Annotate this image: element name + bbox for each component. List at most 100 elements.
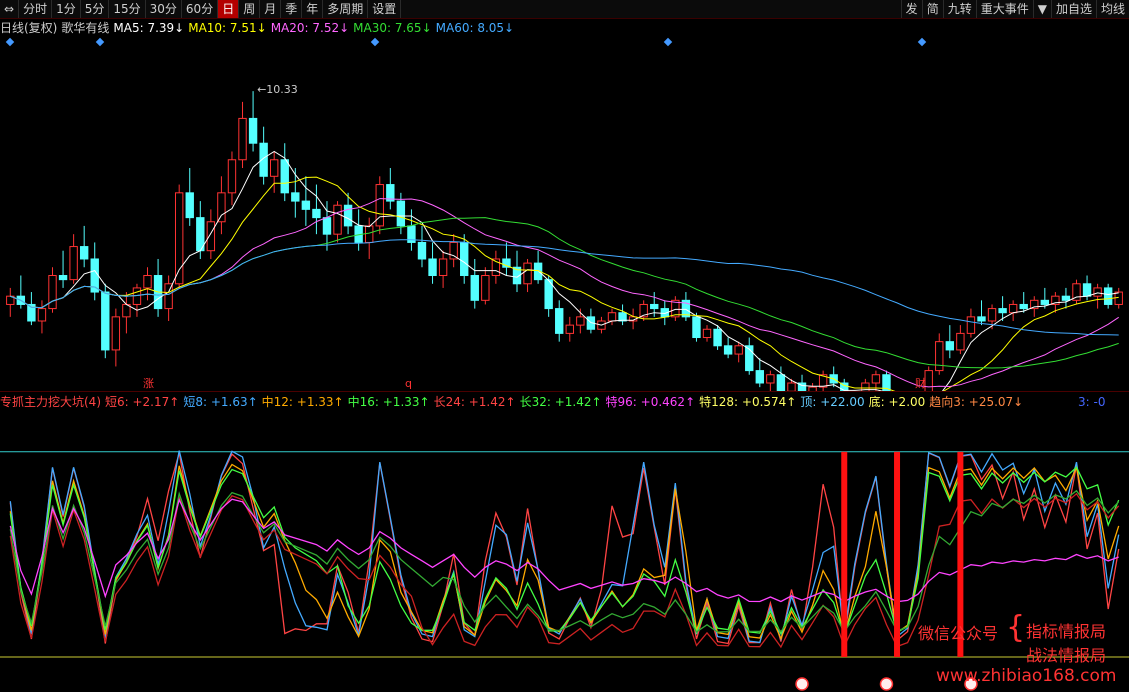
red-signal-bar [841, 451, 848, 657]
candle-body [987, 308, 997, 322]
candle-body [565, 324, 574, 334]
toolbar-right-button-3[interactable]: 重大事件 [975, 0, 1033, 18]
candle-body [766, 374, 775, 384]
candle-body [301, 200, 311, 210]
period-tab-2[interactable]: 5分 [81, 0, 110, 18]
indicator-legend-item-1: 短8: +1.63↑ [183, 395, 258, 409]
candle-body [1008, 303, 1018, 314]
candle-body [555, 308, 564, 334]
period-tab-9[interactable]: 季 [281, 0, 303, 18]
period-tab-4[interactable]: 30分 [146, 0, 182, 18]
candle-body [935, 341, 944, 372]
period-tab-12[interactable]: 设置 [368, 0, 402, 18]
stock-name: 歌华有线 [61, 21, 110, 35]
candle-body [343, 204, 353, 227]
indicator-legend-item-7: 特128: +0.574↑ [699, 395, 797, 409]
indicator-legend-item-4: 长24: +1.42↑ [433, 395, 516, 409]
diamond-marker [95, 37, 105, 47]
period-tab-10[interactable]: 年 [302, 0, 324, 18]
toolbar-right-button-5[interactable]: 加自选 [1050, 0, 1096, 18]
diamond-marker [370, 37, 380, 47]
candle-body [713, 328, 722, 347]
candle-body [523, 262, 532, 285]
indicator-legend-item-5: 长32: +1.42↑ [519, 395, 602, 409]
toolbar-right-button-1[interactable]: 简 [921, 0, 943, 18]
candle-body [1040, 299, 1050, 305]
candle-body [871, 374, 881, 384]
watermark-name1: 指标情报局 [1026, 622, 1107, 641]
candle-body [945, 341, 955, 351]
buy-marker-icon [795, 677, 809, 691]
candle-body [481, 275, 490, 301]
candle-body [69, 246, 78, 281]
indicator-name: 专抓主力挖大坑(4) [0, 395, 101, 409]
indicator-right-value: 3: -0 [1078, 395, 1106, 409]
candle-body [723, 345, 733, 355]
period-tab-5[interactable]: 60分 [182, 0, 219, 18]
period-tab-0[interactable]: 分时 [19, 0, 53, 18]
candle-body [1103, 287, 1113, 305]
ma-legend-item-0: MA5: 7.39↓ [113, 21, 185, 35]
candle-body [206, 221, 216, 252]
panel-divider[interactable] [0, 391, 1129, 392]
left-right-arrow-icon[interactable]: ⇔ [0, 0, 20, 18]
toolbar-right-button-0[interactable]: 发 [900, 0, 922, 18]
candle-body [998, 308, 1007, 314]
ma-legend-item-4: MA60: 8.05↓ [435, 21, 515, 35]
diamond-marker [5, 37, 15, 47]
indicator-chart[interactable] [0, 410, 1129, 692]
candle-body [238, 117, 247, 161]
cai-label: 财 [915, 376, 926, 390]
period-toolbar: ⇔ 分时 1分 5分 15分 30分 60分日周月季年多周期 设置 发简九转 重大事件 ▼ 加自选… [0, 0, 1129, 19]
period-tab-7[interactable]: 周 [239, 0, 261, 18]
candlestick-chart[interactable]: ←10.33←7.16涨q财 [0, 36, 1129, 391]
candle-body [470, 275, 479, 301]
candle-body [702, 328, 712, 339]
candle-body [37, 308, 47, 322]
period-tab-1[interactable]: 1分 [52, 0, 81, 18]
main-legend: 日线(复权) 歌华有线 MA5: 7.39↓ MA10: 7.51↓ MA20: 7… [0, 20, 518, 36]
candle-body [966, 316, 976, 334]
period-tab-3[interactable]: 15分 [109, 0, 146, 18]
period-tab-6[interactable]: 日 [218, 0, 240, 18]
period-tab-11[interactable]: 多周期 [323, 0, 369, 18]
candle-body [449, 241, 458, 260]
candle-body [227, 159, 237, 194]
candle-body [1082, 283, 1092, 297]
period-tab-8[interactable]: 月 [260, 0, 282, 18]
indicator-legend-item-2: 中12: +1.33↑ [261, 395, 344, 409]
toolbar-right-button-2[interactable]: 九转 [942, 0, 976, 18]
candle-body [58, 275, 68, 281]
candle-body [280, 159, 289, 194]
ma-legend-item-3: MA30: 7.65↓ [353, 21, 432, 35]
candle-body [977, 316, 986, 322]
q-label: q [405, 377, 412, 390]
candle-body [333, 204, 342, 235]
candle-body [185, 192, 194, 219]
red-signal-bar [894, 451, 901, 657]
indicator-legend-item-0: 短6: +2.17↑ [105, 395, 180, 409]
candle-body [269, 159, 279, 177]
candle-body [312, 208, 321, 219]
candle-body [1114, 291, 1123, 305]
candle-body [248, 117, 258, 144]
period-label: 日线(复权) [0, 21, 58, 35]
toolbar-right-button-6[interactable]: 均线 [1095, 0, 1129, 18]
candle-body [650, 303, 659, 310]
brace-glyph: { [1006, 610, 1026, 645]
indicator-legend-item-6: 特96: +0.462↑ [605, 395, 696, 409]
candle-body [1093, 287, 1102, 297]
ma-legend-item-1: MA10: 7.51↓ [188, 21, 267, 35]
indicator-legend: 专抓主力挖大坑(4) 短6: +2.17↑ 短8: +1.63↑ 中12: +1.3… [0, 394, 1027, 410]
candle-body [924, 370, 933, 391]
candle-body [132, 287, 142, 305]
candle-body [755, 370, 764, 384]
watermark-site: www.zhibiao168.com [936, 666, 1117, 686]
candle-body [460, 241, 469, 277]
indicator-legend-item-10: 趋向3: +25.07↓ [929, 395, 1024, 409]
candle-body [111, 316, 121, 351]
candle-body [396, 200, 406, 227]
toolbar-right-button-4[interactable]: ▼ [1032, 0, 1051, 18]
candle-body [692, 316, 701, 339]
indicator-legend-item-8: 顶: +22.00 [800, 395, 865, 409]
